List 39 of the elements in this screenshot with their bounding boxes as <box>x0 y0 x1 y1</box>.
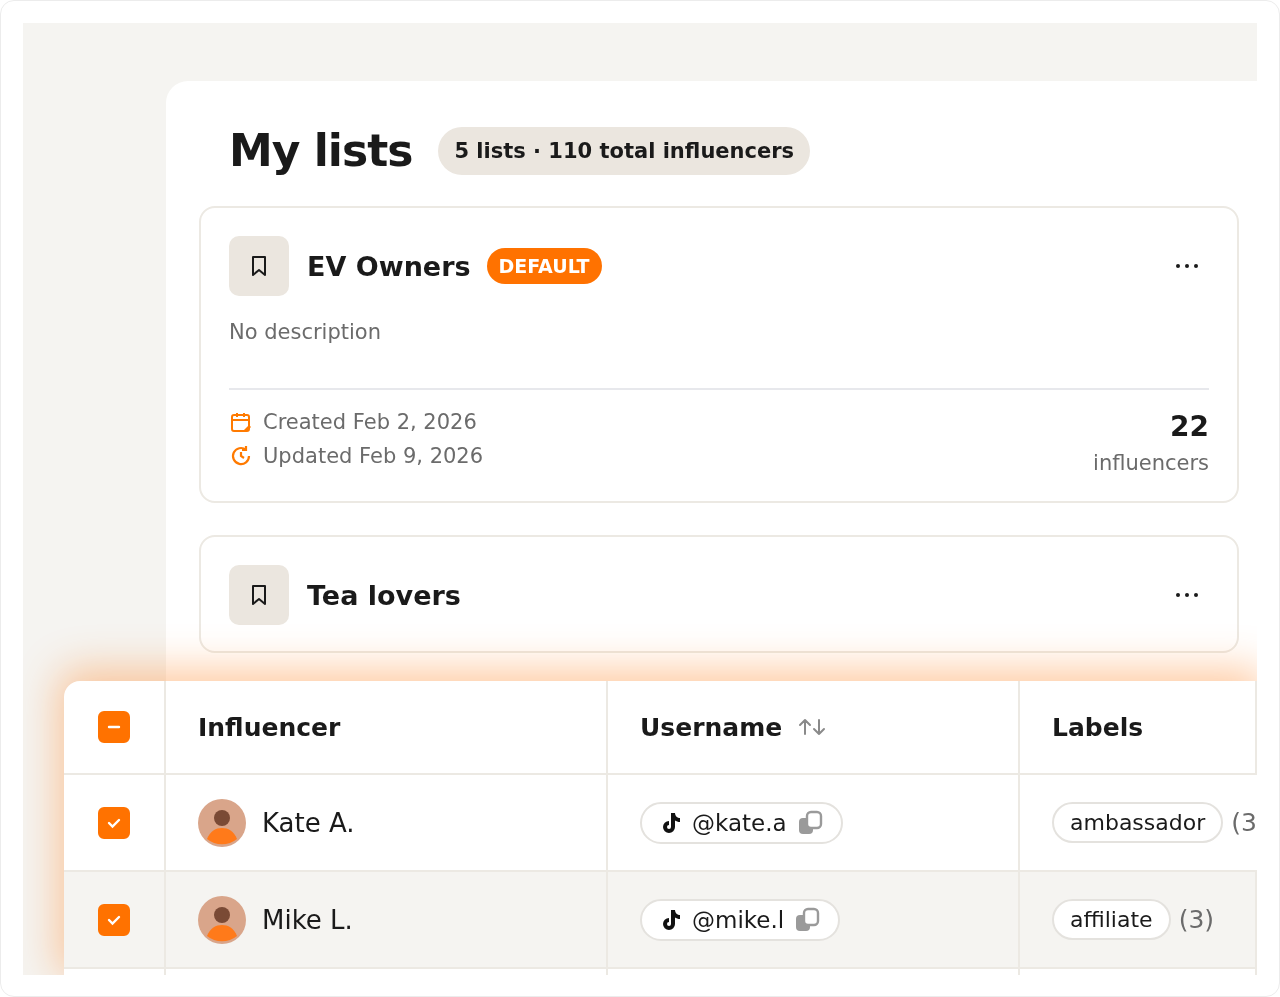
avatar-icon <box>198 798 246 847</box>
select-all-checkbox[interactable] <box>98 711 130 743</box>
music-note-icon <box>660 810 682 835</box>
created-date: Created Feb 2, 2026 <box>263 410 477 434</box>
default-badge: DEFAULT <box>486 248 602 284</box>
more-icon[interactable] <box>1175 263 1199 269</box>
row-checkbox[interactable] <box>98 903 130 936</box>
column-header[interactable]: Influencer <box>198 712 341 742</box>
sort-icon[interactable] <box>798 717 827 737</box>
row-checkbox[interactable] <box>98 806 130 839</box>
bookmark-icon <box>229 565 289 625</box>
label-count: (3 <box>1231 808 1257 837</box>
influencer-name: Mike L. <box>262 904 353 935</box>
label-tag[interactable]: affiliate <box>1052 899 1171 940</box>
label-tag[interactable]: ambassador <box>1052 802 1224 843</box>
username-chip[interactable]: @kate.a <box>640 801 843 844</box>
more-icon[interactable] <box>1175 592 1199 598</box>
username-chip[interactable]: @mike.l <box>640 898 841 941</box>
label-count: (3) <box>1178 905 1215 934</box>
list-description: No description <box>229 320 1209 390</box>
updated-date: Updated Feb 9, 2026 <box>263 444 484 468</box>
list-card[interactable]: Tea lovers <box>199 535 1239 653</box>
list-name: Tea lovers <box>307 579 461 611</box>
table-row[interactable]: Mike L. @mike.l affiliate (3) <box>64 872 1257 969</box>
summary-pill: 5 lists · 110 total influencers <box>438 126 811 175</box>
music-note-icon <box>660 907 682 932</box>
list-card[interactable]: EV Owners DEFAULT No description Created Feb 2, 2026 Updated Feb 9, 2026 22 influencers <box>199 206 1239 503</box>
page-title: My lists <box>229 125 413 176</box>
avatar-icon <box>198 895 246 944</box>
calendar-icon <box>229 410 253 434</box>
column-header[interactable]: Username <box>640 712 783 742</box>
influencer-count: 22 <box>1170 410 1209 443</box>
column-header[interactable]: Labels <box>1052 712 1144 742</box>
copy-icon[interactable] <box>796 809 825 836</box>
count-label: influencers <box>1093 451 1209 475</box>
clock-icon <box>229 444 253 468</box>
influencer-name: Kate A. <box>262 807 355 838</box>
list-name: EV Owners <box>307 250 471 282</box>
bookmark-icon <box>229 236 289 296</box>
